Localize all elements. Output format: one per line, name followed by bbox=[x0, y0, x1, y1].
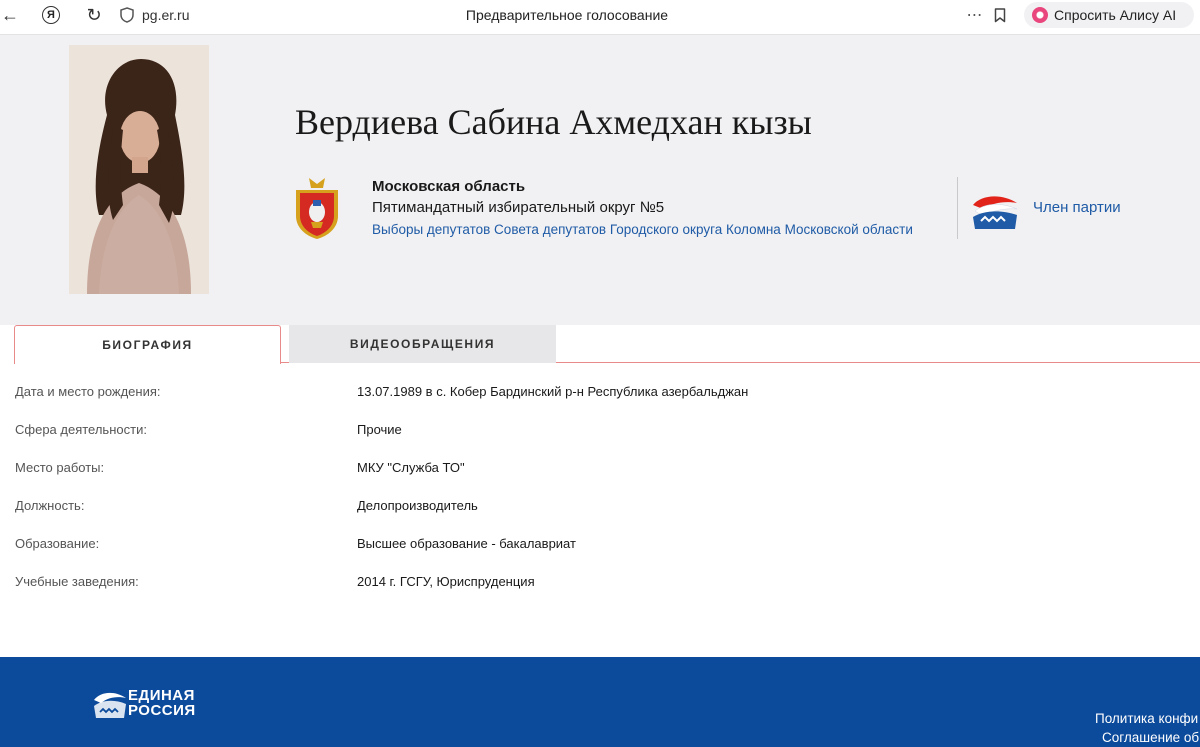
moscow-oblast-coat-of-arms-icon bbox=[296, 178, 338, 239]
bio-label: Должность: bbox=[15, 498, 85, 513]
bio-label: Дата и место рождения: bbox=[15, 384, 161, 399]
bio-row-education: Образование: Высшее образование - бакала… bbox=[0, 526, 1200, 564]
bio-label: Место работы: bbox=[15, 460, 105, 475]
bio-value: МКУ "Служба ТО" bbox=[357, 460, 465, 475]
brand-line-2: РОССИЯ bbox=[128, 702, 196, 719]
tab-video-appeals[interactable]: ВИДЕООБРАЩЕНИЯ bbox=[289, 325, 556, 363]
privacy-policy-link[interactable]: Политика конфи bbox=[1095, 711, 1198, 726]
bio-row-activity: Сфера деятельности: Прочие bbox=[0, 412, 1200, 450]
user-agreement-link[interactable]: Соглашение об bbox=[1102, 730, 1199, 745]
bio-value: Прочие bbox=[357, 422, 402, 437]
bio-row-institutions: Учебные заведения: 2014 г. ГСГУ, Юриспру… bbox=[0, 564, 1200, 602]
united-russia-bear-logo-icon bbox=[973, 196, 1018, 229]
bio-value: 13.07.1989 в с. Кобер Бардинский р-н Рес… bbox=[357, 384, 749, 399]
browser-toolbar: ← Я ↻ pg.er.ru Предварительное голосован… bbox=[0, 0, 1200, 35]
region-name: Московская область bbox=[372, 178, 526, 195]
more-icon[interactable]: ⋯ bbox=[965, 0, 985, 30]
footer-brand[interactable]: ЕДИНАЯ РОССИЯ bbox=[128, 688, 196, 718]
alice-icon bbox=[1032, 7, 1048, 23]
ask-alice-button[interactable]: Спросить Алису AI bbox=[1024, 2, 1194, 28]
candidate-photo-image bbox=[69, 45, 209, 294]
tab-biography[interactable]: БИОГРАФИЯ bbox=[14, 325, 281, 364]
electoral-district: Пятимандатный избирательный округ №5 bbox=[372, 199, 665, 216]
election-link[interactable]: Выборы депутатов Совета депутатов Городс… bbox=[372, 219, 952, 241]
bio-value: Делопроизводитель bbox=[357, 498, 478, 513]
bio-value: 2014 г. ГСГУ, Юриспруденция bbox=[357, 574, 535, 589]
bio-label: Образование: bbox=[15, 536, 100, 551]
region-info: Московская область Пятимандатный избират… bbox=[372, 177, 952, 241]
bio-row-workplace: Место работы: МКУ "Служба ТО" bbox=[0, 450, 1200, 488]
page-title: Предварительное голосование bbox=[465, 7, 669, 23]
bookmark-icon[interactable] bbox=[990, 0, 1010, 30]
tabs-bar: БИОГРАФИЯ ВИДЕООБРАЩЕНИЯ bbox=[0, 325, 1200, 364]
biography-table: Дата и место рождения: 13.07.1989 в с. К… bbox=[0, 374, 1200, 602]
bio-row-birth: Дата и место рождения: 13.07.1989 в с. К… bbox=[0, 374, 1200, 412]
party-membership-status[interactable]: Член партии bbox=[1033, 199, 1121, 216]
ask-alice-label: Спросить Алису AI bbox=[1054, 7, 1177, 23]
candidate-header: Вердиева Сабина Ахмедхан кызы Московская… bbox=[0, 35, 1200, 325]
candidate-photo bbox=[69, 45, 209, 294]
divider bbox=[957, 177, 958, 239]
site-footer: ЕДИНАЯ РОССИЯ Политика конфи Соглашение … bbox=[0, 657, 1200, 747]
candidate-name: Вердиева Сабина Ахмедхан кызы bbox=[295, 102, 812, 142]
bio-row-position: Должность: Делопроизводитель bbox=[0, 488, 1200, 526]
bio-label: Сфера деятельности: bbox=[15, 422, 147, 437]
bio-value: Высшее образование - бакалавриат bbox=[357, 536, 576, 551]
united-russia-bear-logo-icon[interactable] bbox=[92, 688, 128, 720]
brand-line-1: ЕДИНАЯ bbox=[128, 687, 195, 704]
bio-label: Учебные заведения: bbox=[15, 574, 139, 589]
